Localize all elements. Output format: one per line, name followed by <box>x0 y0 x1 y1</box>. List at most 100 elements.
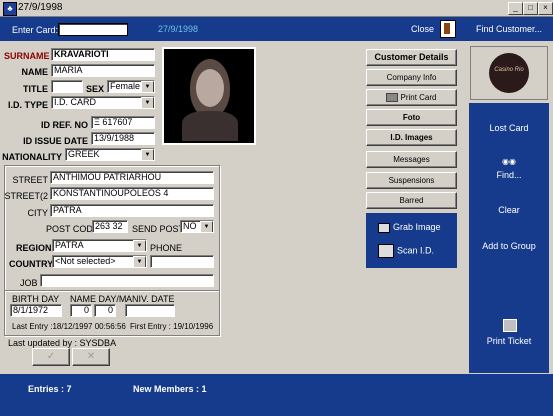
nationality-select[interactable]: GREEK ▼ <box>65 148 155 161</box>
chevron-down-icon[interactable]: ▼ <box>133 240 146 251</box>
print-ticket-button[interactable]: Print Ticket <box>469 336 549 346</box>
enter-card-label: Enter Card: <box>12 25 59 35</box>
aniv-date-label: ANIV. DATE <box>126 294 175 304</box>
street-field[interactable]: ANTHIMOU PATRIARHOU <box>50 171 214 184</box>
scanner-icon <box>378 244 394 258</box>
status-bar: Entries : 7 New Members : 1 <box>0 374 553 416</box>
country-label: COUNTRY <box>9 259 54 269</box>
top-bar: Enter Card: 154003393 27/9/1998 Close Fi… <box>0 17 553 41</box>
entries-count: Entries : 7 <box>28 384 72 394</box>
last-entry-text: Last Entry :18/12/1997 00:56:56 <box>12 322 126 331</box>
company-info-button[interactable]: Company Info <box>366 69 457 86</box>
cancel-button[interactable]: ✕ <box>72 348 110 366</box>
id-images-button[interactable]: I.D. Images <box>366 129 457 146</box>
region-label: REGION <box>16 243 52 253</box>
maximize-button[interactable]: □ <box>523 2 538 15</box>
chevron-down-icon[interactable]: ▼ <box>141 149 154 160</box>
id-type-label: I.D. TYPE <box>7 100 48 110</box>
customer-details-button[interactable]: Customer Details <box>366 49 457 66</box>
last-updated-text: Last updated by : SYSDBA <box>8 338 117 348</box>
birth-day-field[interactable]: 8/1/1972 <box>10 304 62 317</box>
chevron-down-icon[interactable]: ▼ <box>141 81 154 92</box>
chevron-down-icon[interactable]: ▼ <box>200 221 213 232</box>
casino-logo-frame: Casino Rio <box>470 46 548 100</box>
print-card-label: Print Card <box>400 93 437 102</box>
card-number-input[interactable]: 154003393 <box>58 23 128 36</box>
send-post-select[interactable]: NO ▼ <box>180 220 214 233</box>
grab-image-button[interactable]: Grab Image <box>378 222 441 233</box>
right-action-panel <box>469 103 549 373</box>
post-code-field[interactable]: 263 32 <box>92 220 128 233</box>
first-entry-text: First Entry : 19/10/1996 <box>130 322 214 331</box>
id-type-select[interactable]: I.D. CARD ▼ <box>51 96 155 109</box>
sex-select[interactable]: Female ▼ <box>107 80 155 93</box>
customer-photo <box>162 47 256 145</box>
sex-value: Female <box>110 81 141 91</box>
surname-field[interactable]: KRAVARIOTI <box>51 48 155 61</box>
close-window-button[interactable]: × <box>538 2 553 15</box>
country-value: <Not selected> <box>55 256 116 266</box>
close-button[interactable]: Close <box>411 24 434 34</box>
phone-label: PHONE <box>150 243 183 253</box>
name-day-day-field[interactable]: 0 <box>70 304 92 317</box>
casino-logo-text: Casino Rio <box>494 67 524 73</box>
city-field[interactable]: PATRA <box>50 204 214 217</box>
clear-button[interactable]: Clear <box>469 205 549 215</box>
send-post-label: SEND POST <box>132 224 185 234</box>
window-titlebar: ♣ 27/9/1998 _ □ × <box>0 0 553 17</box>
name-field[interactable]: MARIA <box>51 64 155 77</box>
close-door-icon[interactable] <box>440 20 456 38</box>
binoculars-icon: ◉◉ <box>502 157 516 166</box>
region-value: PATRA <box>55 240 84 250</box>
chevron-down-icon[interactable]: ▼ <box>141 97 154 108</box>
title-field[interactable] <box>51 80 83 93</box>
suspensions-button[interactable]: Suspensions <box>366 172 457 189</box>
ok-button[interactable]: ✓ <box>32 348 70 366</box>
name-day-month-field[interactable]: 0 <box>94 304 116 317</box>
app-icon: ♣ <box>3 2 17 16</box>
find-button[interactable]: Find... <box>469 170 549 180</box>
foto-button[interactable]: Foto <box>366 109 457 126</box>
nationality-value: GREEK <box>68 149 100 159</box>
surname-label: SURNAME <box>4 51 50 61</box>
id-issue-date-label: ID ISSUE DATE <box>23 136 88 146</box>
cross-icon: ✕ <box>86 351 96 362</box>
camera-icon <box>378 222 390 233</box>
region-select[interactable]: PATRA ▼ <box>52 239 147 252</box>
sex-label: SEX <box>86 84 105 94</box>
add-to-group-button[interactable]: Add to Group <box>469 240 549 252</box>
scan-id-button[interactable]: Scan I.D. <box>378 244 434 258</box>
lost-card-button[interactable]: Lost Card <box>469 123 549 133</box>
casino-logo <box>489 53 529 93</box>
id-ref-field[interactable]: Ξ 617607 <box>91 116 155 129</box>
post-code-label: POST CODE <box>46 224 99 234</box>
phone-field[interactable] <box>150 255 214 268</box>
send-post-value: NO <box>183 221 197 231</box>
print-card-button[interactable]: Print Card <box>366 89 457 106</box>
id-type-value: I.D. CARD <box>54 97 97 107</box>
window-title: 27/9/1998 <box>18 2 63 13</box>
id-issue-date-field[interactable]: 13/9/1988 <box>91 132 155 145</box>
chevron-down-icon[interactable]: ▼ <box>133 256 146 267</box>
grab-image-label: Grab Image <box>393 222 441 232</box>
scan-id-label: Scan I.D. <box>397 245 435 256</box>
country-select[interactable]: <Not selected> ▼ <box>52 255 147 268</box>
job-field[interactable] <box>40 274 214 287</box>
nationality-label: NATIONALITY <box>2 152 62 162</box>
street2-label: STREET(2 <box>4 191 48 201</box>
job-label: JOB <box>20 278 38 288</box>
birth-day-label: BIRTH DAY <box>12 294 60 304</box>
new-members-count: New Members : 1 <box>133 384 207 394</box>
find-customer-button[interactable]: Find Customer... <box>476 24 542 34</box>
city-label: CITY <box>27 208 48 218</box>
name-day-label: NAME DAY/M <box>70 294 127 304</box>
messages-button[interactable]: Messages <box>366 151 457 168</box>
minimize-button[interactable]: _ <box>508 2 523 15</box>
printer-icon <box>386 93 399 103</box>
name-label: NAME <box>21 67 49 77</box>
ticket-printer-icon <box>503 319 517 332</box>
street2-field[interactable]: KONSTANTINOUPOLEOS 4 <box>50 187 214 200</box>
aniv-date-field[interactable] <box>125 304 175 317</box>
street-label: STREET <box>12 175 48 185</box>
barred-button[interactable]: Barred <box>366 192 457 209</box>
